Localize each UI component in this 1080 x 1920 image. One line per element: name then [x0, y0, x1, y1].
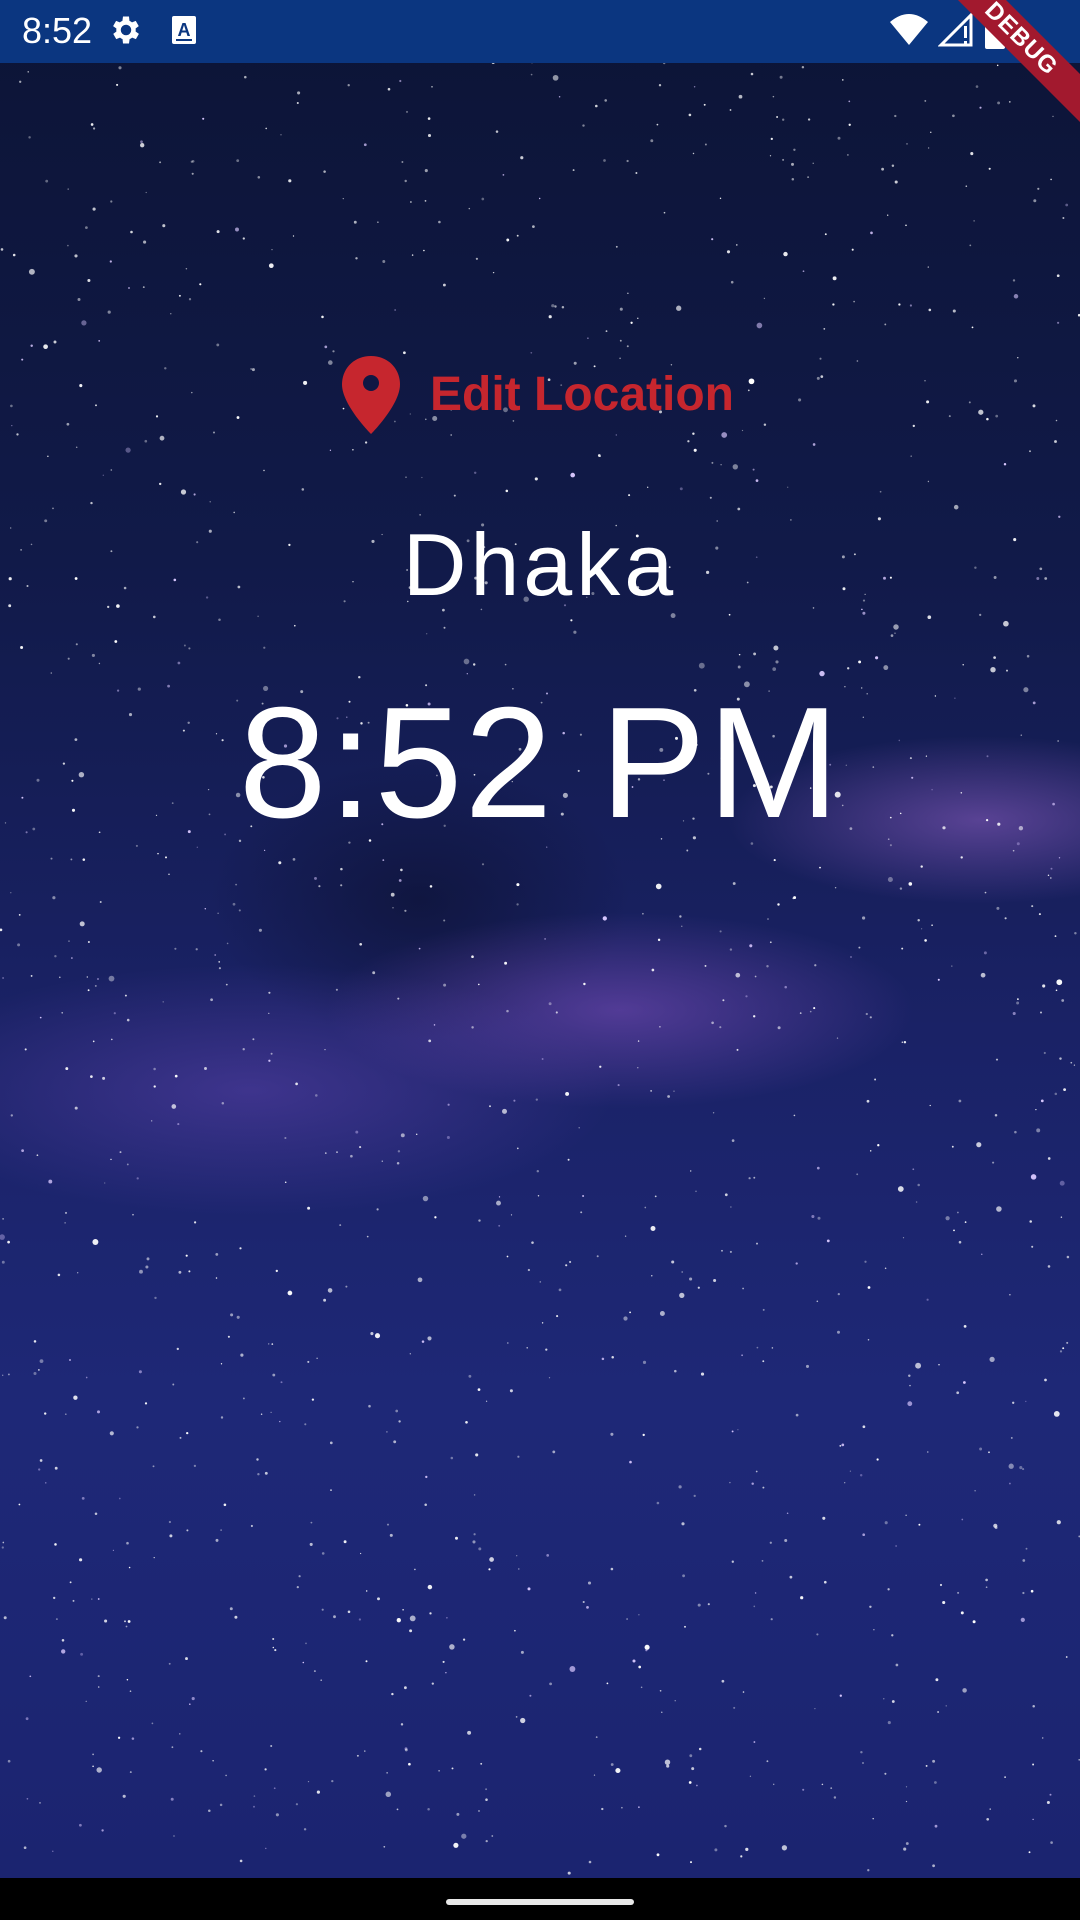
status-bar: 8:52 A — [0, 0, 1080, 63]
edit-location-button[interactable]: Edit Location — [340, 350, 734, 440]
signal-icon — [937, 11, 974, 53]
local-time: 8:52 PM — [238, 675, 842, 851]
location-pin-icon — [342, 356, 400, 434]
wifi-icon — [888, 12, 930, 53]
status-time: 8:52 — [22, 10, 93, 51]
city-name: Dhaka — [402, 515, 678, 614]
svg-text:A: A — [178, 20, 191, 40]
gear-icon — [108, 12, 144, 53]
night-sky-background — [0, 0, 1080, 1878]
a-keyboard-icon: A — [170, 12, 198, 53]
edit-location-label: Edit Location — [430, 368, 734, 421]
home-gesture-handle[interactable] — [446, 1899, 634, 1905]
